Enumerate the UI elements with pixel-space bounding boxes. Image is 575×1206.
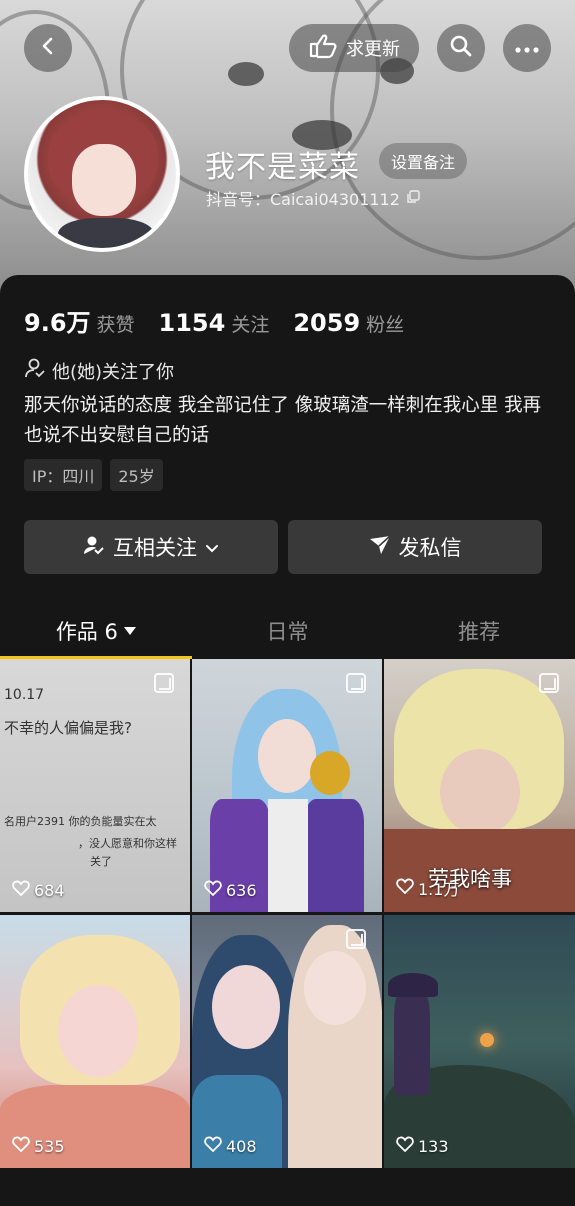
heart-icon (396, 878, 414, 898)
follows-you-text: 他(她)关注了你 (52, 361, 175, 383)
multi-image-icon (346, 929, 366, 949)
thumbnail-figure-outfit (268, 799, 308, 912)
video-likes-count: 684 (34, 880, 65, 900)
thumbnail-text: 关了 (90, 855, 112, 868)
thumbnail-text: ，没人愿意和你这样 (78, 837, 177, 850)
video-likes: 1.1万 (396, 876, 459, 900)
ip-location-tag: IP：四川 (24, 459, 103, 491)
thumbnail-figure-face (304, 951, 366, 1025)
follows-you-indicator: 他(她)关注了你 (24, 357, 174, 384)
video-thumbnail[interactable]: 408 (192, 915, 382, 1168)
more-button[interactable] (503, 24, 551, 72)
thumbnail-figure-character (394, 985, 430, 1095)
profile-stats: 9.6万 获赞 1154 关注 2059 粉丝 (24, 303, 404, 338)
multi-image-icon (154, 673, 174, 693)
tab-recommend[interactable]: 推荐 (383, 603, 575, 659)
stat-likes-number: 9.6万 (24, 309, 91, 337)
request-update-label: 求更新 (346, 39, 400, 60)
video-thumbnail[interactable]: 133 (384, 915, 575, 1168)
thumbnail-text: 10.17 (4, 687, 45, 703)
stat-likes[interactable]: 9.6万 获赞 (24, 303, 135, 338)
profile-bio: 那天你说话的态度 我全部记住了 像玻璃渣一样刺在我心里 我再也说不出安慰自己的话 (24, 395, 542, 446)
thumbnail-figure-face (212, 965, 280, 1049)
stat-likes-label: 获赞 (96, 314, 135, 336)
search-icon (449, 34, 473, 62)
banner-doodle-eye (228, 62, 264, 86)
mutual-follow-label: 互相关注 (113, 536, 197, 560)
profile-nickname: 我不是菜菜 (205, 150, 360, 185)
video-likes-count: 1.1万 (418, 880, 460, 899)
stat-followers-number: 2059 (293, 309, 361, 337)
chevron-down-icon (205, 535, 219, 559)
multi-image-icon (346, 673, 366, 693)
tab-recommend-label: 推荐 (458, 620, 501, 644)
video-likes-count: 408 (226, 1136, 257, 1156)
video-thumbnail[interactable]: 劳我啥事 1.1万 (384, 659, 575, 912)
bottom-safe-area (0, 1172, 575, 1206)
stat-following-number: 1154 (158, 309, 226, 337)
chevron-left-icon (38, 36, 58, 60)
avatar-face (72, 144, 136, 216)
user-check-icon (83, 534, 105, 561)
stat-following[interactable]: 1154 关注 (159, 309, 270, 337)
thumbs-up-hand-icon (308, 33, 338, 64)
tab-daily[interactable]: 日常 (192, 603, 384, 659)
thumbnail-figure-outfit (304, 799, 364, 912)
video-thumbnail[interactable]: 535 (0, 915, 190, 1168)
send-message-label: 发私信 (398, 536, 462, 560)
video-likes: 408 (204, 1136, 257, 1156)
stat-following-label: 关注 (231, 314, 270, 336)
search-button[interactable] (437, 24, 485, 72)
heart-icon (204, 880, 222, 900)
video-thumbnail[interactable]: 636 (192, 659, 382, 912)
age-tag: 25岁 (110, 459, 163, 491)
copy-icon[interactable] (406, 189, 420, 208)
video-likes: 133 (396, 1136, 449, 1156)
heart-icon (204, 1136, 222, 1156)
thumbnail-scene-lantern (480, 1033, 494, 1047)
tab-works-label: 作品 6 (55, 620, 118, 644)
stat-followers-label: 粉丝 (366, 314, 405, 336)
stat-followers[interactable]: 2059 粉丝 (293, 309, 404, 337)
tab-daily-label: 日常 (266, 620, 309, 644)
profile-tags: IP：四川 25岁 (24, 459, 163, 491)
tab-works[interactable]: 作品 6 (0, 603, 192, 659)
request-update-button[interactable]: 求更新 (289, 24, 419, 72)
video-likes-count: 133 (418, 1136, 449, 1156)
caret-down-icon (123, 627, 136, 635)
avatar-collar (58, 218, 154, 248)
video-likes-count: 535 (34, 1136, 65, 1156)
heart-icon (12, 1136, 30, 1156)
more-dots-icon (515, 39, 539, 58)
thumbnail-text: 不幸的人偏偏是我? (4, 719, 132, 737)
back-button[interactable] (24, 24, 72, 72)
thumbnail-text: 名用户2391 你的负能量实在太 (4, 815, 157, 828)
avatar[interactable] (24, 96, 180, 252)
heart-icon (12, 880, 30, 900)
video-likes: 636 (204, 880, 257, 900)
heart-icon (396, 1136, 414, 1156)
thumbnail-figure-hat (388, 973, 438, 997)
user-check-icon (24, 357, 46, 384)
set-remark-button[interactable]: 设置备注 (379, 143, 468, 179)
video-likes-count: 636 (226, 880, 257, 900)
video-grid: 10.17 不幸的人偏偏是我? 名用户2391 你的负能量实在太 ，没人愿意和你… (0, 659, 575, 1168)
thumbnail-figure-face (440, 749, 520, 835)
thumbnail-figure-hand (310, 751, 350, 795)
profile-card: 9.6万 获赞 1154 关注 2059 粉丝 他(她)关注了你 那天你说话的态… (0, 275, 575, 1206)
thumbnail-figure-face (58, 985, 138, 1077)
mutual-follow-button[interactable]: 互相关注 (24, 520, 278, 574)
send-paper-plane-icon (369, 534, 391, 560)
multi-image-icon (539, 673, 559, 693)
send-message-button[interactable]: 发私信 (288, 520, 542, 574)
douyin-id-text: 抖音号：Caicai04301112 (206, 190, 400, 209)
douyin-id[interactable]: 抖音号：Caicai04301112 (206, 186, 420, 210)
video-likes: 684 (12, 880, 65, 900)
video-likes: 535 (12, 1136, 65, 1156)
thumbnail-figure-face (258, 719, 316, 793)
video-thumbnail[interactable]: 10.17 不幸的人偏偏是我? 名用户2391 你的负能量实在太 ，没人愿意和你… (0, 659, 190, 912)
content-tabs: 作品 6 日常 推荐 (0, 603, 575, 659)
